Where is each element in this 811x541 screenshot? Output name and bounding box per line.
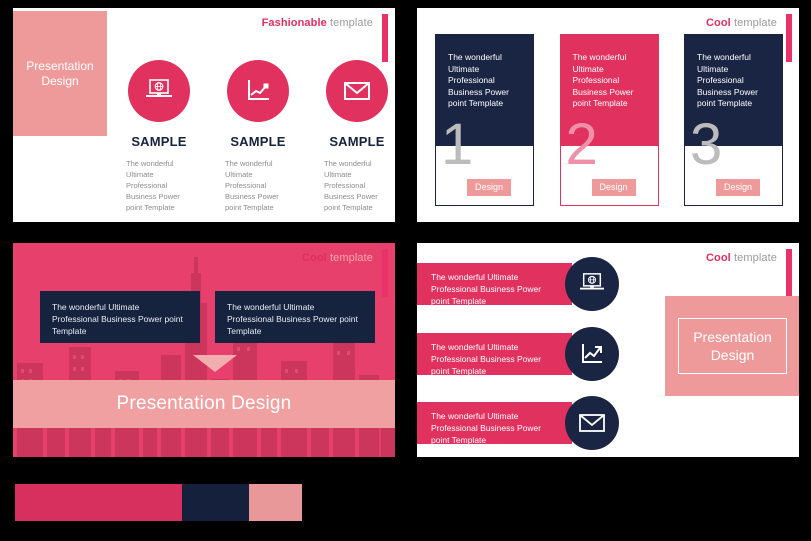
- slide2-card-2-footer: 2 Design: [559, 116, 659, 206]
- slide2-card-3-number: 3: [690, 112, 723, 177]
- slide1-column-1-desc: The wonderful Ultimate Professional Busi…: [126, 159, 180, 212]
- slide2-card-1-design-button[interactable]: Design: [467, 179, 512, 196]
- slide1-column-2[interactable]: SAMPLE The wonderful Ultimate Profession…: [222, 60, 294, 213]
- slide-cool-icon-list[interactable]: Cool template The wonderful Ultimate Pro…: [417, 243, 799, 457]
- slide1-title-line2: Design: [41, 73, 79, 88]
- slide1-title-line1: Presentation: [26, 58, 94, 73]
- slide3-presentation-design-band: Presentation Design: [13, 380, 395, 428]
- slide1-template-header: Fashionable template: [262, 17, 373, 30]
- swatch-salmon: [249, 484, 302, 521]
- slide-fashionable-sample[interactable]: Fashionable template Presentation Design: [13, 8, 395, 222]
- slide1-presentation-design-block: Presentation Design: [13, 11, 107, 136]
- slide1-columns: SAMPLE The wonderful Ultimate Profession…: [123, 60, 393, 213]
- slide2-card-1-footer: 1 Design: [435, 116, 534, 206]
- slide4-row-3[interactable]: The wonderful Ultimate Professional Busi…: [417, 396, 799, 450]
- slide2-template-header: Cool template: [706, 17, 777, 30]
- slide3-header-strong: Cool: [302, 252, 327, 264]
- slide1-column-3-title: SAMPLE: [329, 134, 385, 149]
- slide2-card-2-design-button[interactable]: Design: [591, 179, 636, 196]
- slide2-card-3-footer: 3 Design: [684, 116, 783, 206]
- slide4-row-1-text: The wonderful Ultimate Professional Busi…: [417, 263, 572, 306]
- slide2-header-light: template: [734, 17, 777, 29]
- slide3-text-boxes: The wonderful Ultimate Professional Busi…: [40, 291, 375, 343]
- slide-cool-cityscape[interactable]: Cool template The wonderful Ultimate Pro…: [13, 243, 395, 457]
- slide3-accent-bar: [382, 249, 388, 297]
- slide4-row-3-text: The wonderful Ultimate Professional Busi…: [417, 402, 572, 445]
- slide2-cards: The wonderful Ultimate Professional Busi…: [435, 34, 783, 206]
- laptop-globe-icon: [565, 257, 619, 311]
- swatch-navy: [182, 484, 249, 521]
- slide3-header-light: template: [330, 252, 373, 264]
- slide3-box-2[interactable]: The wonderful Ultimate Professional Busi…: [215, 291, 375, 343]
- envelope-icon: [326, 60, 388, 122]
- slide1-accent-bar: [382, 14, 388, 62]
- slide1-column-2-title: SAMPLE: [230, 134, 286, 149]
- slide1-column-1[interactable]: SAMPLE The wonderful Ultimate Profession…: [123, 60, 195, 213]
- growth-chart-icon: [565, 327, 619, 381]
- slide2-card-3[interactable]: The wonderful Ultimate Professional Busi…: [684, 34, 783, 206]
- slide3-box-1[interactable]: The wonderful Ultimate Professional Busi…: [40, 291, 200, 343]
- slide1-column-2-desc: The wonderful Ultimate Professional Busi…: [225, 159, 279, 212]
- slide1-column-1-title: SAMPLE: [131, 134, 187, 149]
- swatch-crimson: [15, 484, 182, 521]
- slide2-card-3-design-button[interactable]: Design: [716, 179, 761, 196]
- slide1-header-light: template: [330, 17, 373, 29]
- slide2-accent-bar: [786, 14, 792, 62]
- slide2-card-1[interactable]: The wonderful Ultimate Professional Busi…: [435, 34, 534, 206]
- slide1-column-3-desc: The wonderful Ultimate Professional Busi…: [324, 159, 378, 212]
- screenshot-root: Fashionable template Presentation Design: [0, 0, 811, 541]
- slide2-header-strong: Cool: [706, 17, 731, 29]
- slide4-panel-line1: Presentation: [693, 329, 772, 345]
- laptop-globe-icon: [128, 60, 190, 122]
- down-triangle-icon: [193, 355, 237, 372]
- slide-cool-numbered-cards[interactable]: Cool template The wonderful Ultimate Pro…: [417, 8, 799, 222]
- slide1-header-strong: Fashionable: [261, 17, 327, 29]
- slide4-row-2-text: The wonderful Ultimate Professional Busi…: [417, 333, 572, 376]
- slide4-presentation-design-panel: Presentation Design: [665, 296, 799, 396]
- slide1-column-3[interactable]: SAMPLE The wonderful Ultimate Profession…: [321, 60, 393, 213]
- slide2-card-2[interactable]: The wonderful Ultimate Professional Busi…: [559, 34, 659, 206]
- envelope-icon: [565, 396, 619, 450]
- slide2-card-2-number: 2: [565, 112, 598, 177]
- color-swatch-bar: [15, 484, 302, 521]
- slide3-template-header: Cool template: [302, 252, 373, 265]
- slide2-card-1-number: 1: [441, 112, 474, 177]
- slide4-panel-line2: Design: [710, 347, 755, 363]
- growth-chart-icon: [227, 60, 289, 122]
